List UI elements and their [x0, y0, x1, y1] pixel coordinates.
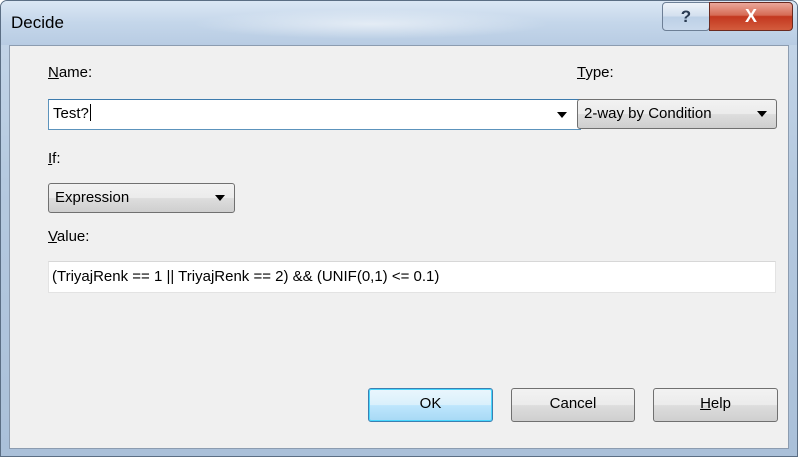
help-title-button[interactable]: ?	[662, 2, 710, 31]
ok-button[interactable]: OK	[368, 388, 493, 422]
cancel-button[interactable]: Cancel	[511, 388, 635, 422]
chevron-down-icon[interactable]	[557, 112, 567, 118]
question-icon: ?	[680, 7, 692, 26]
name-label: Name:	[48, 64, 93, 81]
if-select[interactable]: Expression	[48, 183, 235, 213]
type-label: Type:	[577, 64, 614, 81]
if-select-value: Expression	[55, 189, 130, 206]
name-input[interactable]: Test?	[48, 99, 581, 130]
dialog-body: Name: Type: Test? 2-way by Condition If:…	[9, 45, 789, 449]
type-select[interactable]: 2-way by Condition	[577, 99, 777, 129]
title-bar[interactable]: Decide ? X	[1, 1, 797, 45]
window-title: Decide	[11, 13, 64, 32]
value-label: Value:	[48, 228, 90, 245]
type-select-value: 2-way by Condition	[584, 105, 712, 122]
close-button[interactable]: X	[709, 2, 793, 31]
text-caret	[89, 104, 91, 121]
name-input-value: Test?	[53, 105, 89, 122]
value-expression-input[interactable]: (TriyajRenk == 1 || TriyajRenk == 2) && …	[48, 261, 776, 293]
chevron-down-icon	[757, 111, 767, 117]
help-button[interactable]: Help	[653, 388, 778, 422]
close-icon: X	[744, 6, 757, 26]
if-label: If:	[48, 150, 61, 167]
chevron-down-icon	[215, 195, 225, 201]
decide-dialog: Decide ? X Name: Type: Test? 2-way by Co…	[0, 0, 798, 457]
